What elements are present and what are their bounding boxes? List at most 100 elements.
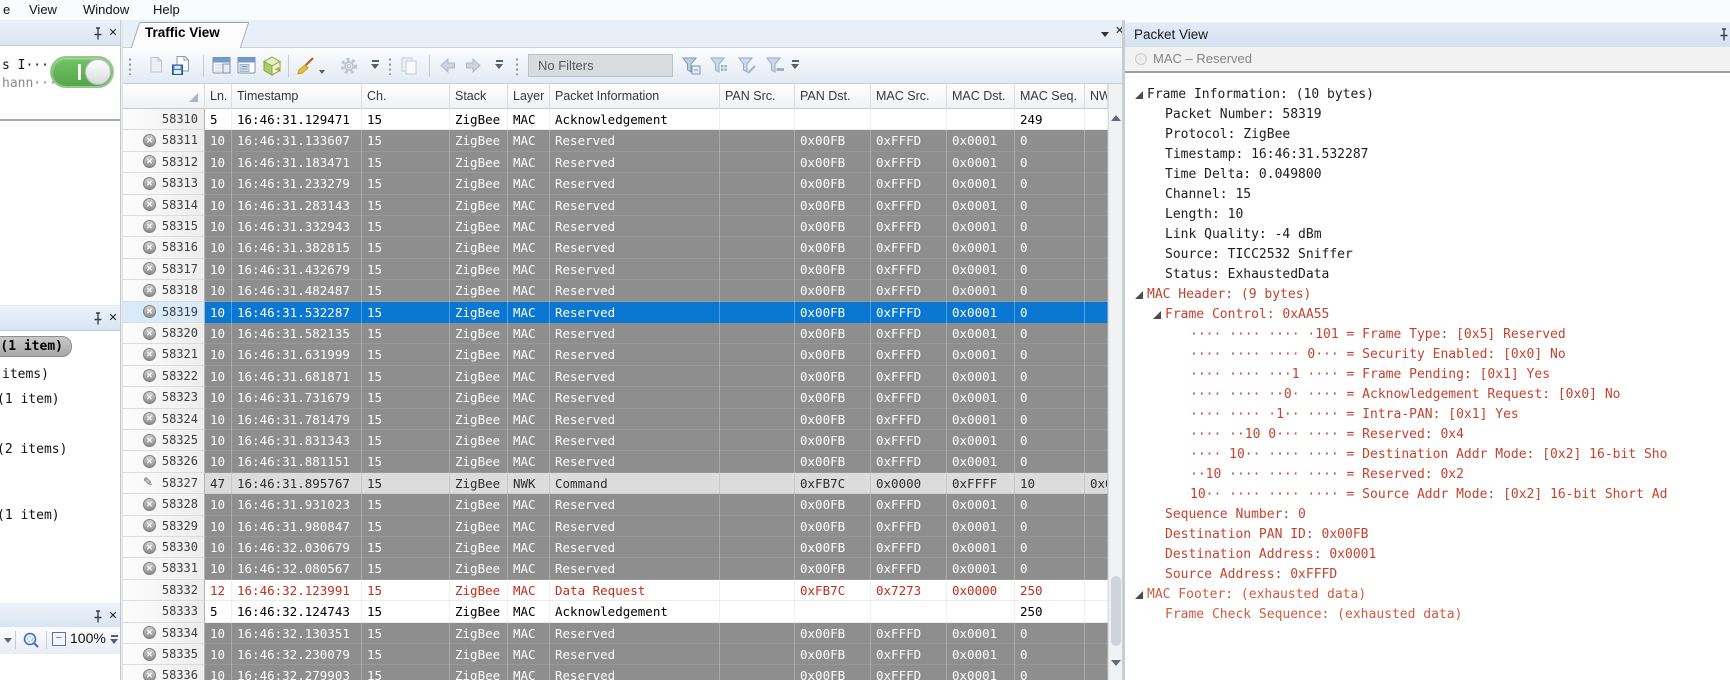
pin-icon[interactable]: [91, 311, 105, 327]
table-row[interactable]: ✕583221016:46:31.68187115ZigBeeMACReserv…: [123, 366, 1108, 387]
settings-gear-icon[interactable]: [338, 55, 360, 77]
toolbar-overflow-icon[interactable]: [371, 60, 380, 72]
table-row[interactable]: ✕583121016:46:31.18347115ZigBeeMACReserv…: [123, 152, 1108, 173]
tab-menu-caret-icon[interactable]: [1101, 32, 1109, 37]
table-row[interactable]: ✕583151016:46:31.33294315ZigBeeMACReserv…: [123, 216, 1108, 237]
row-header[interactable]: ✕58321: [123, 344, 205, 365]
toolbar-overflow-icon[interactable]: [110, 635, 119, 647]
row-header[interactable]: ✕58336: [123, 665, 205, 680]
prev-packet-icon[interactable]: [437, 55, 459, 77]
packet-tree-line[interactable]: ···· ···· ···· ·101 = Frame Type: [0x5] …: [1125, 325, 1730, 345]
packet-tree-line[interactable]: Source Address: 0xFFFD: [1125, 565, 1730, 585]
packet-tree-line[interactable]: Frame Information: (10 bytes): [1125, 85, 1730, 105]
packet-tree-line[interactable]: MAC Header: (9 bytes): [1125, 285, 1730, 305]
menu-item-window[interactable]: Window: [80, 0, 132, 20]
table-row[interactable]: ✕583201016:46:31.58213515ZigBeeMACReserv…: [123, 323, 1108, 344]
zoom-magnifier-icon[interactable]: [22, 631, 40, 649]
zoom-out-icon[interactable]: −: [52, 632, 66, 646]
edit-filter-icon[interactable]: [736, 55, 758, 77]
packet-tree-line[interactable]: Length: 10: [1125, 205, 1730, 225]
scroll-up-icon[interactable]: [1111, 98, 1121, 108]
row-header[interactable]: ✕58328: [123, 494, 205, 515]
tree-item[interactable]: (1 item): [0, 392, 60, 407]
packet-tree-line[interactable]: Sequence Number: 0: [1125, 505, 1730, 525]
pin-icon[interactable]: [1717, 27, 1730, 43]
packet-tree-line[interactable]: Link Quality: -4 dBm: [1125, 225, 1730, 245]
tree-expander-icon[interactable]: [1135, 91, 1143, 99]
decode-cube-icon[interactable]: [261, 55, 283, 77]
close-icon[interactable]: ✕: [106, 608, 120, 624]
filter-values-icon[interactable]: [708, 55, 730, 77]
scroll-down-icon[interactable]: [1111, 666, 1121, 676]
pin-icon[interactable]: [91, 609, 105, 625]
filter-combobox[interactable]: No Filters: [528, 54, 673, 77]
row-header[interactable]: ✕58314: [123, 195, 205, 216]
table-row[interactable]: ✕583241016:46:31.78147915ZigBeeMACReserv…: [123, 409, 1108, 430]
table-row[interactable]: ✕583301016:46:32.03067915ZigBeeMACReserv…: [123, 537, 1108, 558]
table-row[interactable]: ✕583131016:46:31.23327915ZigBeeMACReserv…: [123, 173, 1108, 194]
packet-tree-line[interactable]: Timestamp: 16:46:31.532287: [1125, 145, 1730, 165]
row-header[interactable]: 58332: [123, 580, 205, 601]
packet-tree-line[interactable]: ···· ···· ··0· ···· = Acknowledgement Re…: [1125, 385, 1730, 405]
packet-tree-line[interactable]: ···· ··10 0··· ···· = Reserved: 0x4: [1125, 425, 1730, 445]
clear-broom-icon[interactable]: [295, 55, 317, 77]
table-row[interactable]: ✕583111016:46:31.13360715ZigBeeMACReserv…: [123, 130, 1108, 151]
row-header[interactable]: ✕58330: [123, 537, 205, 558]
toolbar-grip[interactable]: [388, 57, 392, 75]
vertical-scrollbar[interactable]: [1108, 84, 1122, 680]
menu-item-e[interactable]: e: [0, 0, 13, 20]
table-row[interactable]: ✕583231016:46:31.73167915ZigBeeMACReserv…: [123, 387, 1108, 408]
row-header[interactable]: ✎58327: [123, 473, 205, 494]
close-icon[interactable]: ✕: [106, 310, 120, 326]
packet-tree-line[interactable]: Frame Check Sequence: (exhausted data): [1125, 605, 1730, 625]
tree-item-badge[interactable]: (1 item): [0, 336, 72, 357]
packet-tree-line[interactable]: ···· ···· ···· 0··· = Security Enabled: …: [1125, 345, 1730, 365]
tree-expander-icon[interactable]: [1135, 291, 1143, 299]
tree-expander-icon[interactable]: [1153, 311, 1161, 319]
column-header-ln-[interactable]: Ln.: [205, 84, 232, 109]
packet-tree-line[interactable]: Channel: 15: [1125, 185, 1730, 205]
table-row[interactable]: ✕583311016:46:32.08056715ZigBeeMACReserv…: [123, 558, 1108, 579]
packet-tree-line[interactable]: Destination Address: 0x0001: [1125, 545, 1730, 565]
row-header[interactable]: 58333: [123, 601, 205, 622]
packet-tree-line[interactable]: ···· ···· ·1·· ···· = Intra-PAN: [0x1] Y…: [1125, 405, 1730, 425]
copy-icon[interactable]: [399, 55, 421, 77]
packet-tree-line[interactable]: Time Delta: 0.049800: [1125, 165, 1730, 185]
table-row[interactable]: ✕583361016:46:32.27990315ZigBeeMACReserv…: [123, 665, 1108, 680]
broom-dropdown-caret-icon[interactable]: [319, 70, 325, 74]
tree-expander-icon[interactable]: [1135, 591, 1143, 599]
tab-title[interactable]: Traffic View: [145, 25, 220, 40]
row-header[interactable]: ✕58331: [123, 558, 205, 579]
table-row[interactable]: ✎583274716:46:31.89576715ZigBeeNWKComman…: [123, 473, 1108, 494]
table-row[interactable]: ✕583211016:46:31.63199915ZigBeeMACReserv…: [123, 344, 1108, 365]
column-header-pan-src-[interactable]: PAN Src.: [720, 84, 795, 109]
table-row[interactable]: ✕583281016:46:31.93102315ZigBeeMACReserv…: [123, 494, 1108, 515]
column-header-stack[interactable]: Stack: [450, 84, 508, 109]
row-header[interactable]: ✕58319: [123, 302, 205, 323]
toolbar-overflow-icon[interactable]: [791, 60, 800, 72]
row-header[interactable]: ✕58334: [123, 623, 205, 644]
toggle-knob[interactable]: [85, 59, 111, 85]
packet-list-panel-icon[interactable]: [211, 55, 233, 77]
packet-tree-line[interactable]: MAC Footer: (exhausted data): [1125, 585, 1730, 605]
row-header[interactable]: ✕58322: [123, 366, 205, 387]
row-header[interactable]: ✕58329: [123, 516, 205, 537]
table-row[interactable]: ✕583181016:46:31.48248715ZigBeeMACReserv…: [123, 280, 1108, 301]
column-header-mac-src-[interactable]: MAC Src.: [871, 84, 947, 109]
packet-tree-line[interactable]: ···· 10·· ···· ···· = Destination Addr M…: [1125, 445, 1730, 465]
row-header[interactable]: ✕58326: [123, 451, 205, 472]
row-header[interactable]: ✕58312: [123, 152, 205, 173]
packet-tree-line[interactable]: Packet Number: 58319: [1125, 105, 1730, 125]
table-row[interactable]: 58333516:46:32.12474315ZigBeeMACAcknowle…: [123, 601, 1108, 622]
row-header[interactable]: ✕58335: [123, 644, 205, 665]
packet-tree-line[interactable]: Protocol: ZigBee: [1125, 125, 1730, 145]
save-file-icon[interactable]: [171, 55, 193, 77]
column-header-packet-information[interactable]: Packet Information: [550, 84, 720, 109]
row-header[interactable]: ✕58318: [123, 280, 205, 301]
table-row[interactable]: ✕583141016:46:31.28314315ZigBeeMACReserv…: [123, 195, 1108, 216]
toolbar-overflow-icon[interactable]: [495, 60, 504, 72]
table-row[interactable]: 583321216:46:32.12399115ZigBeeMACData Re…: [123, 580, 1108, 601]
dropdown-caret-icon[interactable]: [4, 638, 12, 643]
table-row[interactable]: ✕583191016:46:31.53228715ZigBeeMACReserv…: [123, 302, 1108, 323]
column-header-layer[interactable]: Layer: [508, 84, 550, 109]
